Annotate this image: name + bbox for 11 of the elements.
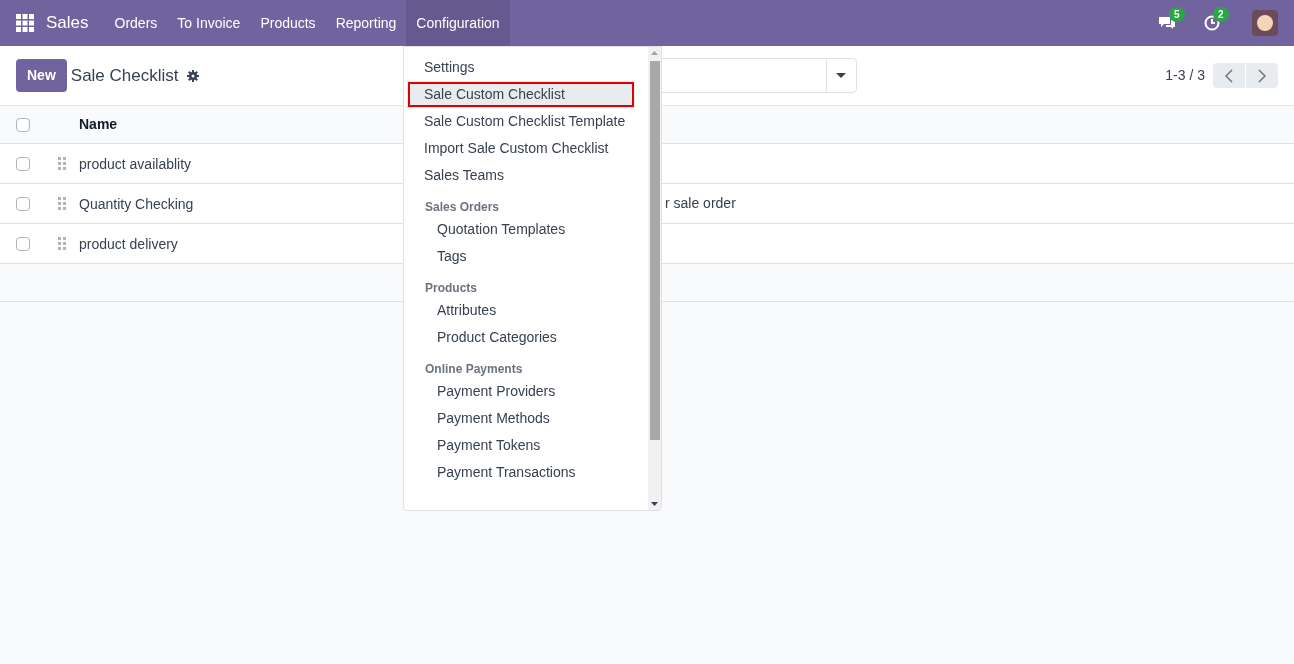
menu-section-header: Sales Orders — [424, 199, 501, 216]
table-cell: product availablity — [79, 155, 192, 172]
notification-badge: 5 — [1169, 7, 1185, 22]
table-cell: product delivery — [79, 235, 178, 252]
page-title: Sale Checklist — [70, 64, 179, 87]
table-cell-text: r sale order — [665, 194, 736, 213]
menu-section-header: Online Payments — [424, 361, 524, 378]
menu-section-header: Products — [424, 280, 478, 297]
table-cell: Quantity Checking — [79, 195, 194, 212]
notification-badge: 2 — [1213, 7, 1229, 22]
pager-value: 1-3 / 3 — [1165, 66, 1205, 85]
